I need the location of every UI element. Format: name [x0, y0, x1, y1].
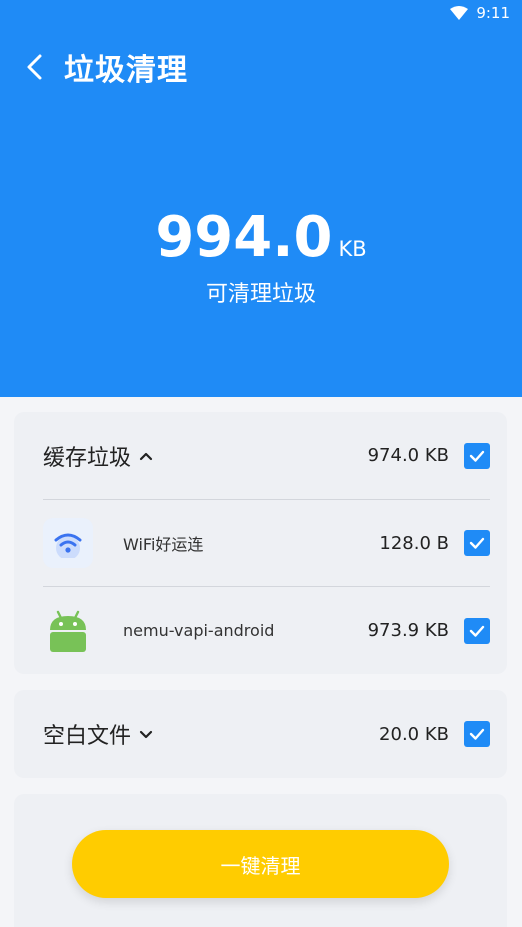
- chevron-up-icon[interactable]: [139, 451, 153, 461]
- cache-group-checkbox[interactable]: [464, 442, 490, 469]
- cache-group-label-wrap: 缓存垃圾: [43, 440, 153, 472]
- list-item[interactable]: WiFi好运连 128.0 B: [14, 500, 507, 586]
- total-size-unit: KB: [338, 237, 367, 261]
- empty-files-label-wrap: 空白文件: [43, 718, 153, 750]
- empty-files-size: 20.0 KB: [379, 723, 449, 745]
- one-click-clean-button[interactable]: 一键清理: [72, 830, 449, 898]
- cache-group-label: 缓存垃圾: [43, 445, 132, 471]
- app-size: 973.9 KB: [367, 620, 449, 641]
- total-size-value: 994.0: [155, 205, 333, 270]
- checkmark-icon: [469, 537, 485, 549]
- item-checkbox[interactable]: [464, 617, 490, 644]
- app-size: 128.0 B: [379, 532, 449, 554]
- android-icon: [43, 606, 93, 656]
- wifi-signal-icon: [450, 6, 469, 20]
- header: 9:11 垃圾清理 994.0 KB 可清理垃圾: [0, 0, 522, 397]
- empty-files-checkbox[interactable]: [464, 721, 490, 747]
- checkmark-icon: [469, 625, 485, 637]
- total-size-block: 994.0 KB 可清理垃圾: [0, 205, 522, 308]
- list-item[interactable]: nemu-vapi-android 973.9 KB: [14, 587, 507, 674]
- empty-files-label: 空白文件: [43, 724, 132, 749]
- chevron-down-icon[interactable]: [139, 729, 153, 739]
- title-row: 垃圾清理: [24, 44, 188, 90]
- checkmark-icon: [469, 450, 485, 462]
- app-name: WiFi好运连: [123, 535, 204, 554]
- empty-files-header[interactable]: 空白文件 20.0 KB: [14, 690, 507, 778]
- wifi-app-icon: [43, 518, 93, 568]
- page-title: 垃圾清理: [64, 53, 188, 88]
- back-arrow-icon[interactable]: [24, 52, 46, 82]
- app-name: nemu-vapi-android: [123, 621, 275, 640]
- status-time: 9:11: [476, 4, 510, 22]
- checkmark-icon: [469, 728, 485, 740]
- status-bar: 9:11: [0, 0, 522, 26]
- cache-group-card: 缓存垃圾 974.0 KB WiFi好运连 128.0 B nemu-vapi-…: [14, 412, 507, 674]
- empty-files-card: 空白文件 20.0 KB: [14, 690, 507, 778]
- cache-group-size: 974.0 KB: [367, 445, 449, 466]
- total-size-caption: 可清理垃圾: [205, 282, 316, 307]
- cache-group-header[interactable]: 缓存垃圾 974.0 KB: [14, 412, 507, 499]
- item-checkbox[interactable]: [464, 530, 490, 556]
